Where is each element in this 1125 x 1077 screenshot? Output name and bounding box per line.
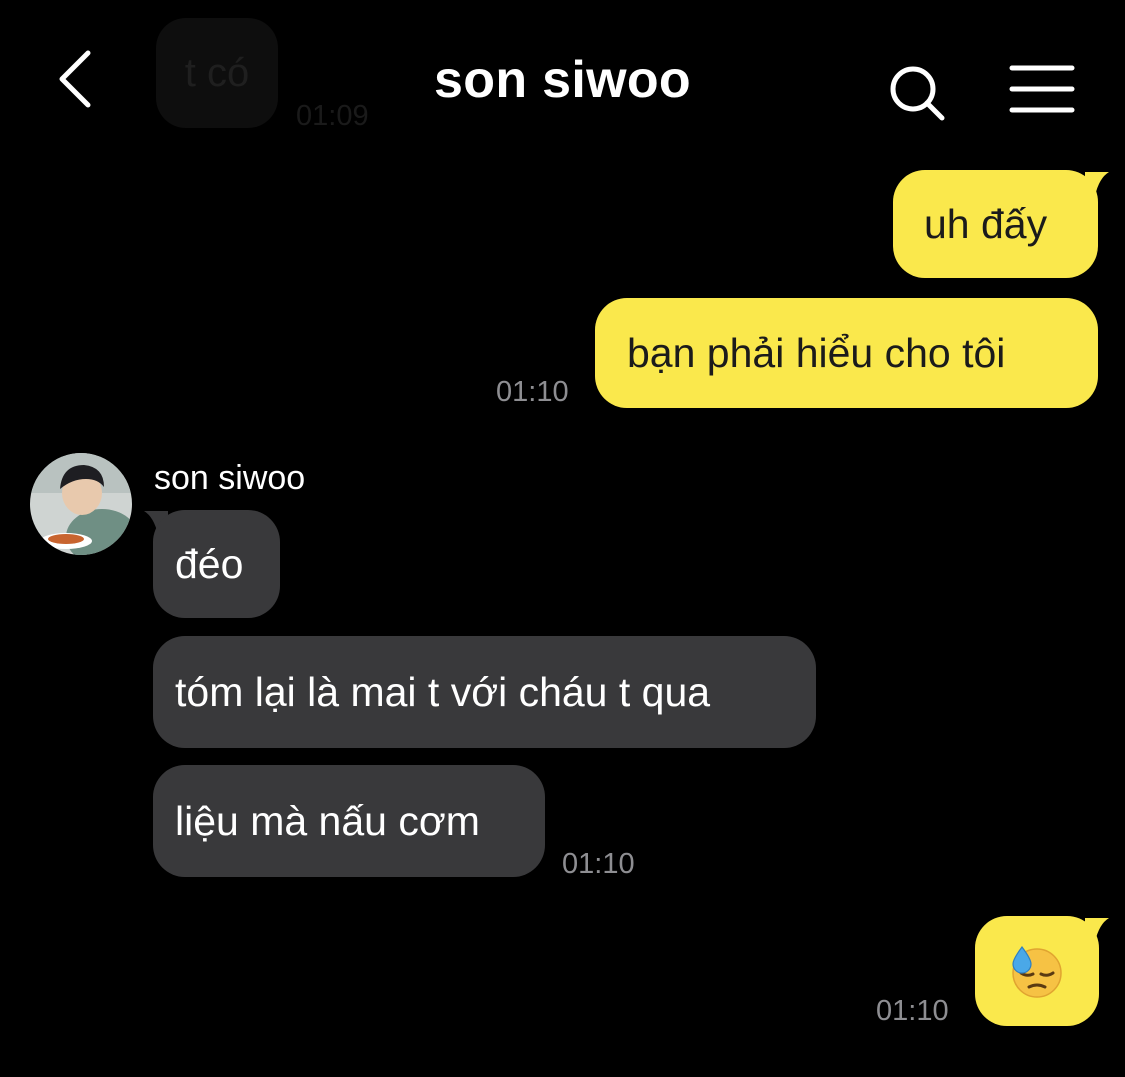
message-text: đéo bbox=[175, 540, 244, 587]
menu-icon bbox=[1009, 65, 1075, 113]
sender-name: son siwoo bbox=[154, 459, 306, 497]
incoming-message-bubble[interactable]: đéo bbox=[153, 510, 280, 618]
search-button[interactable] bbox=[886, 62, 950, 126]
message-time: 01:10 bbox=[876, 995, 949, 1027]
message-time: 01:10 bbox=[496, 376, 569, 408]
incoming-message-bubble[interactable]: tóm lại là mai t với cháu t qua bbox=[153, 636, 816, 748]
outgoing-message-bubble[interactable]: bạn phải hiểu cho tôi bbox=[595, 298, 1098, 408]
avatar[interactable] bbox=[30, 453, 132, 555]
outgoing-message-bubble[interactable]: uh đấy bbox=[893, 170, 1098, 278]
chat-title: son siwoo bbox=[434, 51, 691, 109]
message-time: 01:10 bbox=[562, 848, 635, 880]
search-icon bbox=[890, 66, 945, 121]
outgoing-emoji-bubble[interactable] bbox=[975, 916, 1099, 1026]
message-text: tóm lại là mai t với cháu t qua bbox=[175, 668, 711, 715]
message-text: uh đấy bbox=[924, 200, 1048, 247]
incoming-message-bubble[interactable]: liệu mà nấu cơm bbox=[153, 765, 545, 877]
profile-photo bbox=[30, 453, 132, 555]
bubble-tail bbox=[1085, 918, 1109, 942]
message-text: liệu mà nấu cơm bbox=[175, 797, 480, 844]
menu-button[interactable] bbox=[1008, 62, 1076, 118]
message-text: bạn phải hiểu cho tôi bbox=[627, 329, 1006, 376]
bubble-tail bbox=[1085, 172, 1109, 196]
downcast-face-with-sweat-icon bbox=[1012, 945, 1062, 998]
